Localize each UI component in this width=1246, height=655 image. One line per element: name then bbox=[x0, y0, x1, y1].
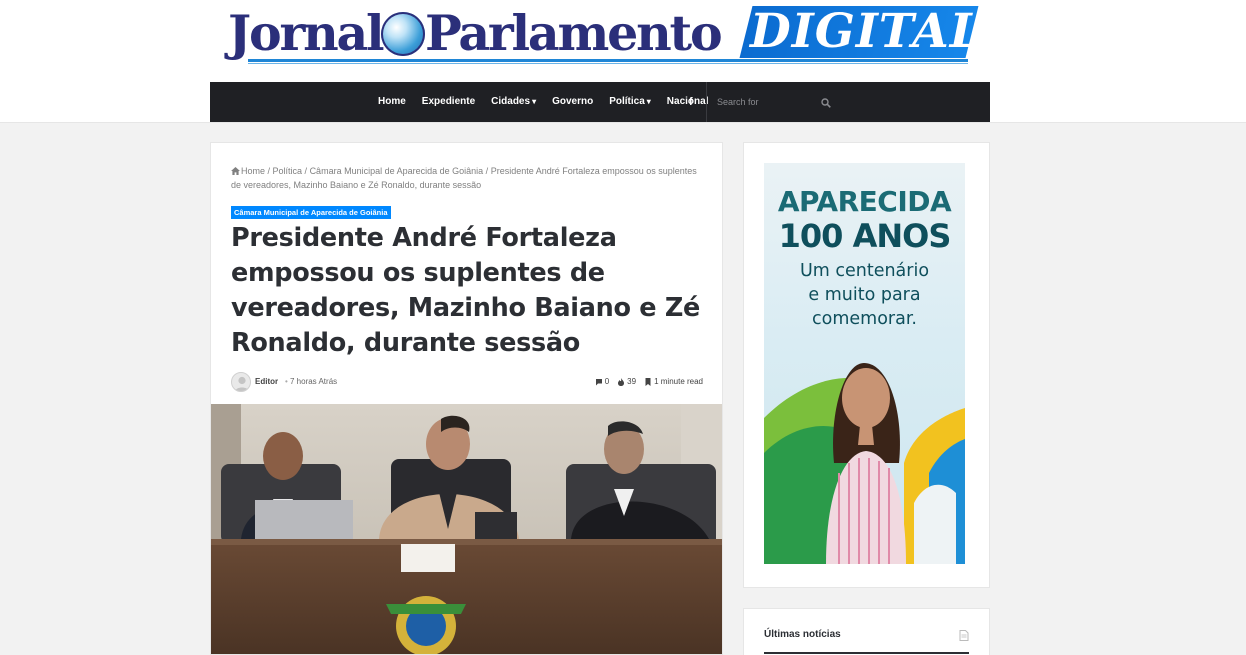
article-title: Presidente André Fortaleza empossou os s… bbox=[231, 223, 701, 358]
article-stats: 0 39 1 minute read bbox=[595, 377, 703, 386]
post-time: 7 horas Atrás bbox=[290, 377, 338, 386]
site-header: Jornal Parlamento DIGITAL Home Expedient… bbox=[0, 0, 1246, 123]
breadcrumb-separator: / bbox=[265, 166, 273, 176]
main-nav: Home Expediente Cidades ▾ Governo Polític… bbox=[210, 82, 990, 122]
article-meta: Editor • 7 horas Atrás 0 39 1 minute rea… bbox=[231, 372, 703, 392]
meta-separator: • bbox=[285, 377, 288, 386]
avatar[interactable] bbox=[231, 372, 251, 392]
sidebar-ad-card: APARECIDA 100 ANOS Um centenário e muito… bbox=[743, 142, 990, 588]
featured-photo-illustration bbox=[211, 404, 722, 654]
comments-value: 0 bbox=[604, 377, 610, 386]
read-time-value: 1 minute read bbox=[654, 377, 703, 386]
featured-image bbox=[211, 404, 722, 654]
comment-icon bbox=[595, 378, 602, 385]
nav-item-label: Política bbox=[609, 96, 645, 107]
comments-count[interactable]: 0 bbox=[595, 377, 609, 386]
globe-icon bbox=[381, 12, 425, 56]
user-icon bbox=[234, 376, 250, 391]
ad-subtitle-line: comemorar. bbox=[812, 309, 917, 329]
read-time: 1 minute read bbox=[644, 377, 703, 386]
widget-title-underline bbox=[764, 652, 969, 654]
nav-item-cidades[interactable]: Cidades ▾ bbox=[483, 82, 544, 122]
category-badge[interactable]: Câmara Municipal de Aparecida de Goiânia bbox=[231, 206, 391, 219]
nav-item-label: Nacional bbox=[666, 96, 709, 107]
article-card: Home / Política / Câmara Municipal de Ap… bbox=[210, 142, 723, 655]
bookmark-icon bbox=[645, 377, 651, 386]
fire-icon bbox=[618, 377, 625, 386]
site-logo[interactable]: Jornal Parlamento DIGITAL bbox=[228, 4, 984, 66]
views-count: 39 bbox=[617, 377, 636, 386]
breadcrumb-politica[interactable]: Política bbox=[273, 166, 303, 176]
caret-down-icon: ▾ bbox=[646, 97, 651, 106]
ad-headline: APARECIDA bbox=[777, 185, 952, 218]
facebook-icon[interactable]: f bbox=[689, 82, 693, 122]
nav-item-label: Governo bbox=[552, 96, 594, 107]
logo-text-digital: DIGITAL bbox=[750, 4, 984, 59]
search-icon[interactable] bbox=[821, 98, 831, 108]
breadcrumb-separator: / bbox=[302, 166, 310, 176]
latest-news-widget: Últimas notícias bbox=[743, 608, 990, 655]
logo-text-jornal: Jornal bbox=[228, 4, 385, 62]
breadcrumb: Home / Política / Câmara Municipal de Ap… bbox=[231, 164, 701, 192]
nav-item-label: Cidades bbox=[491, 96, 531, 107]
widget-title: Últimas notícias bbox=[764, 629, 841, 640]
breadcrumb-camara[interactable]: Câmara Municipal de Aparecida de Goiânia bbox=[310, 166, 484, 176]
ad-headline-years: 100 ANOS bbox=[778, 217, 952, 255]
nav-item-label: Home bbox=[378, 96, 406, 107]
nav-item-governo[interactable]: Governo bbox=[544, 82, 601, 122]
advertisement-banner[interactable]: APARECIDA 100 ANOS Um centenário e muito… bbox=[764, 163, 965, 564]
ad-subtitle-line: e muito para bbox=[808, 285, 921, 305]
views-value: 39 bbox=[627, 377, 637, 386]
search-box bbox=[706, 82, 841, 122]
logo-underline-thin bbox=[248, 63, 968, 64]
caret-down-icon: ▾ bbox=[532, 97, 537, 106]
logo-text-parlamento: Parlamento bbox=[425, 4, 723, 62]
nav-item-politica[interactable]: Política ▾ bbox=[601, 82, 659, 122]
breadcrumb-separator: / bbox=[483, 166, 491, 176]
nav-item-home[interactable]: Home bbox=[370, 82, 414, 122]
nav-item-expediente[interactable]: Expediente bbox=[414, 82, 483, 122]
ad-subtitle: Um centenário e muito para comemorar. bbox=[764, 259, 965, 331]
search-input[interactable] bbox=[717, 94, 812, 110]
home-icon bbox=[231, 167, 240, 175]
nav-item-label: Expediente bbox=[421, 96, 476, 107]
breadcrumb-home[interactable]: Home bbox=[241, 166, 265, 176]
ad-subtitle-line: Um centenário bbox=[799, 261, 930, 281]
author-name[interactable]: Editor bbox=[255, 377, 278, 386]
document-icon bbox=[959, 630, 969, 641]
logo-underline bbox=[248, 59, 968, 62]
nav-menu: Home Expediente Cidades ▾ Governo Polític… bbox=[370, 82, 716, 122]
